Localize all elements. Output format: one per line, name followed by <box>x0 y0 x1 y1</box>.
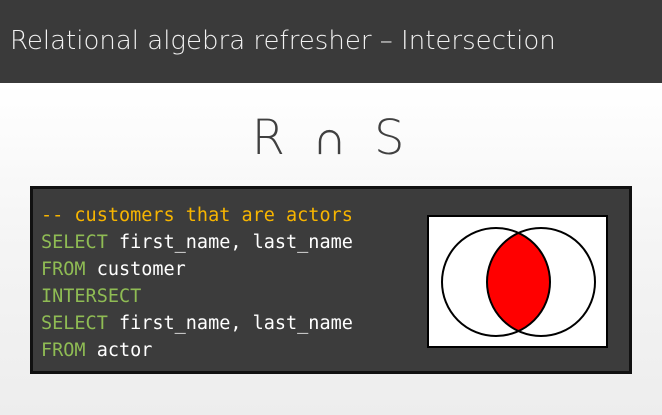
code-line: FROM customer <box>41 256 353 283</box>
intersection-operator: ∩ <box>312 110 353 166</box>
sql-keyword: INTERSECT <box>41 286 142 307</box>
sql-keyword: FROM <box>41 259 86 280</box>
code-line: -- customers that are actors <box>41 202 353 229</box>
code-line: SELECT first_name, last_name <box>41 310 353 337</box>
code-line: SELECT first_name, last_name <box>41 229 353 256</box>
right-operand: S <box>373 110 411 166</box>
title-bar: Relational algebra refresher – Intersect… <box>0 0 662 83</box>
venn-diagram-frame <box>427 215 608 348</box>
sql-keyword: SELECT <box>41 232 108 253</box>
sql-text: first_name, last_name <box>107 313 353 334</box>
sql-text: actor <box>85 340 153 361</box>
sql-text: first_name, last_name <box>107 232 353 253</box>
code-line: FROM actor <box>41 337 353 364</box>
sql-keyword: FROM <box>41 340 86 361</box>
left-operand: R <box>251 110 291 166</box>
code-line: INTERSECT <box>41 283 353 310</box>
code-comment: -- customers that are actors <box>41 205 353 226</box>
slide-title: Relational algebra refresher – Intersect… <box>10 26 556 56</box>
code-panel: -- customers that are actors SELECT first… <box>30 186 632 374</box>
sql-code-block: -- customers that are actors SELECT first… <box>41 202 353 364</box>
venn-intersection-icon <box>441 227 596 337</box>
sql-text: customer <box>85 259 186 280</box>
intersection-formula: R ∩ S <box>0 110 662 166</box>
sql-keyword: SELECT <box>41 313 108 334</box>
